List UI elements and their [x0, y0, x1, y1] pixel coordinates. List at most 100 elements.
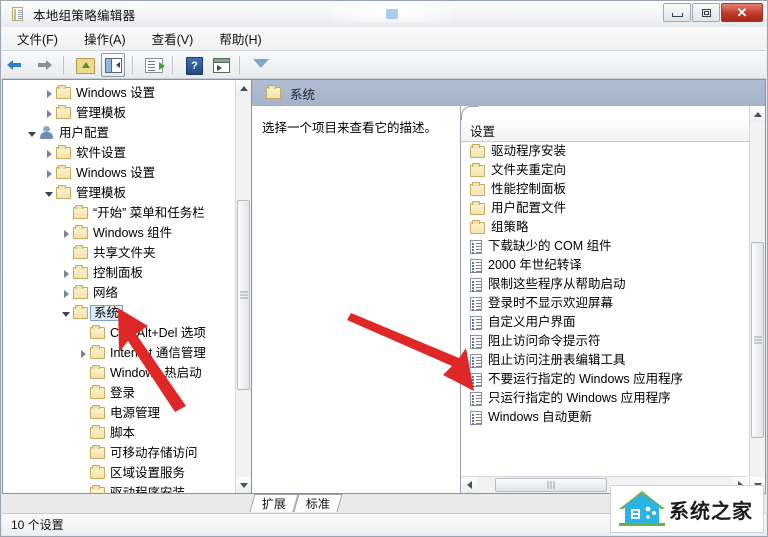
- tree-item-label: 用户配置: [59, 126, 110, 140]
- settings-list-item[interactable]: 2000 年世纪转译: [461, 256, 748, 275]
- folder-icon: [266, 85, 281, 99]
- tree-item[interactable]: 用户配置: [3, 123, 235, 143]
- help-button[interactable]: ?: [183, 54, 205, 76]
- chevron-right-icon[interactable]: [43, 107, 56, 120]
- tree-item-label: 登录: [110, 386, 136, 400]
- tree-item[interactable]: 共享文件夹: [3, 243, 235, 263]
- settings-list-item-label: 用户配置文件: [491, 201, 567, 215]
- menu-file[interactable]: 文件(F): [6, 26, 69, 51]
- settings-list-item[interactable]: Windows 自动更新: [461, 408, 748, 427]
- tree-item[interactable]: “开始” 菜单和任务栏: [3, 203, 235, 223]
- tree-item[interactable]: Windows 设置: [3, 163, 235, 183]
- tree-item[interactable]: 网络: [3, 283, 235, 303]
- settings-vertical-scrollbar[interactable]: [749, 106, 765, 493]
- tab-standard-label: 标准: [305, 497, 330, 511]
- tab-standard[interactable]: 标准: [293, 494, 343, 512]
- up-one-level-button[interactable]: [74, 54, 96, 76]
- menu-view[interactable]: 查看(V): [141, 26, 205, 51]
- tree-item[interactable]: Ctrl+Alt+Del 选项: [3, 323, 235, 343]
- tab-extended[interactable]: 扩展: [249, 494, 299, 512]
- menu-action[interactable]: 操作(A): [73, 26, 137, 51]
- settings-scrollbar-thumb[interactable]: [751, 242, 764, 438]
- filter-button[interactable]: [250, 54, 272, 76]
- tree-item-label: “开始” 菜单和任务栏: [93, 206, 205, 220]
- settings-list-item[interactable]: 阻止访问命令提示符: [461, 332, 748, 351]
- export-list-icon: [145, 57, 165, 73]
- tree-item[interactable]: 控制面板: [3, 263, 235, 283]
- chevron-right-icon[interactable]: [43, 87, 56, 100]
- settings-scroll-up-button[interactable]: [750, 106, 765, 122]
- settings-list-item[interactable]: 组策略: [461, 218, 748, 237]
- settings-list: 驱动程序安装 文件夹重定向 性能控制面板用户配置文件组策略下载缺少的 COM 组件 2…: [461, 142, 748, 475]
- tree-item[interactable]: 登录: [3, 383, 235, 403]
- chevron-down-icon[interactable]: [43, 187, 56, 200]
- settings-list-item-label: 2000 年世纪转译: [488, 258, 582, 272]
- arrow-left-icon: [7, 59, 25, 70]
- tree-item[interactable]: 管理模板: [3, 183, 235, 203]
- tree-item-label: 系统: [90, 305, 124, 321]
- tree-item[interactable]: 电源管理: [3, 403, 235, 423]
- tree-item[interactable]: Windows 热启动: [3, 363, 235, 383]
- chevron-right-icon[interactable]: [43, 167, 56, 180]
- back-button[interactable]: [7, 54, 29, 76]
- tree-item[interactable]: Internet 通信管理: [3, 343, 235, 363]
- toolbar: ?: [2, 51, 766, 79]
- settings-hscrollbar-thumb[interactable]: [495, 478, 607, 492]
- settings-list-item[interactable]: 阻止访问注册表编辑工具: [461, 351, 748, 370]
- chevron-right-icon[interactable]: [60, 287, 73, 300]
- tree-item[interactable]: 脚本: [3, 423, 235, 443]
- settings-list-item[interactable]: 用户配置文件: [461, 199, 748, 218]
- close-button[interactable]: ✕: [721, 3, 763, 22]
- settings-list-item[interactable]: 文件夹重定向: [461, 161, 748, 180]
- chevron-right-icon[interactable]: [77, 347, 90, 360]
- results-pane-title: 系统: [290, 87, 316, 102]
- tree-vertical-scrollbar[interactable]: [235, 80, 251, 493]
- settings-list-card: 设置 驱动程序安装 文件夹重定向 性能控制面板用户配置文件组策略下载缺少的 COM …: [460, 106, 765, 493]
- tree-scrollbar-thumb[interactable]: [237, 200, 250, 390]
- settings-list-item[interactable]: 驱动程序安装: [461, 142, 748, 161]
- settings-list-item[interactable]: 下载缺少的 COM 组件: [461, 237, 748, 256]
- tree-item[interactable]: 软件设置: [3, 143, 235, 163]
- tree-item[interactable]: 系统: [3, 303, 235, 323]
- chevron-right-icon[interactable]: [43, 147, 56, 160]
- folder-icon: [73, 265, 88, 279]
- settings-list-item[interactable]: 自定义用户界面: [461, 313, 748, 332]
- forward-button[interactable]: [34, 54, 56, 76]
- tree-item-label: 控制面板: [93, 266, 144, 280]
- settings-list-item[interactable]: 性能控制面板: [461, 180, 748, 199]
- chevron-down-icon[interactable]: [60, 307, 73, 320]
- settings-list-item[interactable]: 不要运行指定的 Windows 应用程序: [461, 370, 748, 389]
- maximize-button[interactable]: [692, 3, 720, 22]
- settings-list-item[interactable]: 登录时不显示欢迎屏幕: [461, 294, 748, 313]
- tree-scroll-down-button[interactable]: [236, 477, 251, 493]
- tree-item[interactable]: 驱动程序安装: [3, 483, 235, 493]
- settings-list-item[interactable]: 只运行指定的 Windows 应用程序: [461, 389, 748, 408]
- folder-icon: [56, 105, 71, 119]
- chevron-down-icon: [239, 482, 248, 488]
- tree-expander-placeholder: [77, 427, 90, 440]
- tree-item[interactable]: Windows 设置: [3, 83, 235, 103]
- chevron-down-icon[interactable]: [26, 127, 39, 140]
- show-hide-console-tree-button[interactable]: [101, 52, 125, 77]
- tree-item-label: Windows 设置: [76, 166, 156, 180]
- setting-doc-icon: [470, 372, 482, 387]
- show-hide-action-pane-button[interactable]: [210, 54, 232, 76]
- settings-scroll-left-button[interactable]: [461, 477, 477, 493]
- chevron-right-icon[interactable]: [60, 227, 73, 240]
- chevron-right-icon[interactable]: [60, 267, 73, 280]
- minimize-button[interactable]: [663, 3, 691, 22]
- tree-item[interactable]: 管理模板: [3, 103, 235, 123]
- settings-list-item[interactable]: 限制这些程序从帮助启动: [461, 275, 748, 294]
- tree-item[interactable]: 可移动存储访问: [3, 443, 235, 463]
- folder-icon: [56, 85, 71, 99]
- results-pane: 系统 选择一个项目来查看它的描述。 设置 驱动程序安装 文件夹重定向 性能控制面板用…: [251, 79, 766, 494]
- menu-help[interactable]: 帮助(H): [208, 26, 272, 51]
- tree-scroll-up-button[interactable]: [236, 80, 251, 96]
- tree-item[interactable]: 区域设置服务: [3, 463, 235, 483]
- tree-item[interactable]: Windows 组件: [3, 223, 235, 243]
- export-list-button[interactable]: [143, 54, 165, 76]
- description-text: 选择一个项目来查看它的描述。: [262, 121, 438, 135]
- settings-list-item-label: 阻止访问注册表编辑工具: [488, 353, 626, 367]
- settings-list-item-label: 下载缺少的 COM 组件: [488, 239, 612, 253]
- settings-column-header[interactable]: 设置: [461, 120, 765, 142]
